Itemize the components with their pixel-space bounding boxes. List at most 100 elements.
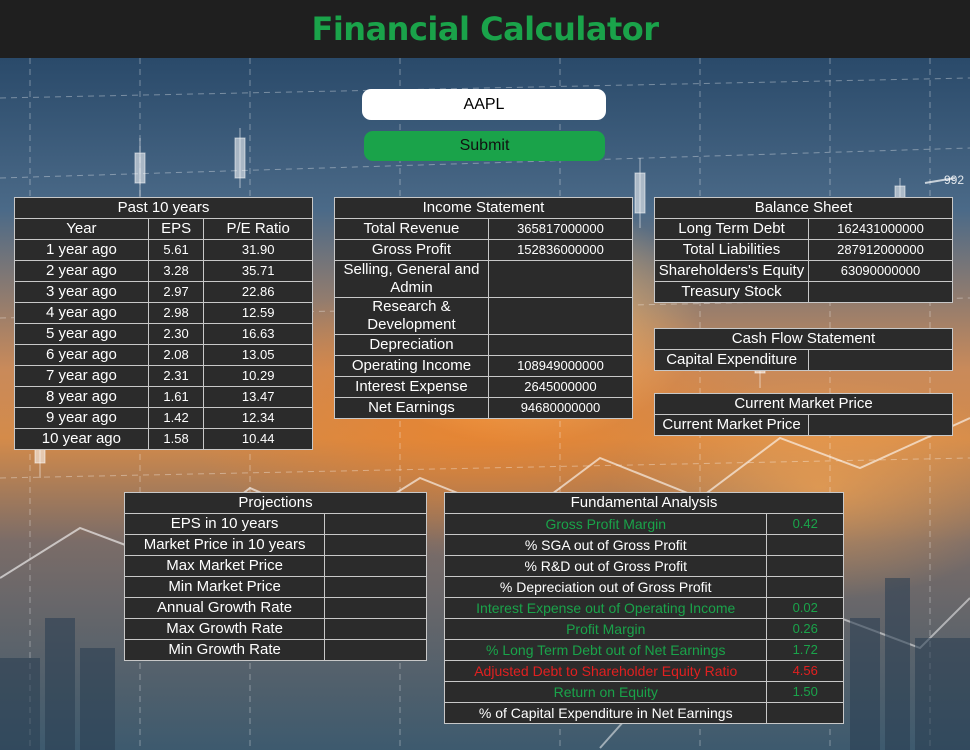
table-row: Gross Profit 152836000000 <box>334 239 634 261</box>
metric-label: Profit Margin <box>443 618 768 640</box>
column-header-eps: EPS <box>147 218 205 240</box>
table-row: 4 year ago 2.98 12.59 <box>14 302 313 324</box>
metric-value <box>766 702 844 724</box>
table-row: Min Growth Rate <box>123 639 427 661</box>
row-value <box>324 555 427 577</box>
row-label: Operating Income <box>334 355 489 377</box>
cash-flow-table: Cash Flow Statement Capital Expenditure <box>653 328 953 371</box>
pe-ratio-cell: 13.05 <box>203 344 313 366</box>
eps-cell: 2.30 <box>147 323 205 345</box>
pe-ratio-cell: 16.63 <box>203 323 313 345</box>
metric-label: Return on Equity <box>443 681 768 703</box>
table-row: Max Growth Rate <box>123 618 427 640</box>
eps-cell: 2.98 <box>147 302 205 324</box>
table-row: Long Term Debt 162431000000 <box>653 218 953 240</box>
table-row: Selling, General and Admin <box>334 260 634 298</box>
table-row: 5 year ago 2.30 16.63 <box>14 323 313 345</box>
table-row: 1 year ago 5.61 31.90 <box>14 239 313 261</box>
table-row: Interest Expense out of Operating Income… <box>443 597 844 619</box>
table-row: % of Capital Expenditure in Net Earnings <box>443 702 844 724</box>
table-row: Capital Expenditure <box>653 349 953 371</box>
table-row: 8 year ago 1.61 13.47 <box>14 386 313 408</box>
metric-value <box>766 555 844 577</box>
submit-button[interactable]: Submit <box>364 131 605 161</box>
year-cell: 2 year ago <box>14 260 149 282</box>
pe-ratio-cell: 35.71 <box>203 260 313 282</box>
row-label: Capital Expenditure <box>653 349 810 371</box>
row-value <box>324 597 427 619</box>
row-label: Min Market Price <box>123 576 326 598</box>
year-cell: 3 year ago <box>14 281 149 303</box>
eps-cell: 1.42 <box>147 407 205 429</box>
row-label: Treasury Stock <box>653 281 810 303</box>
row-label: Net Earnings <box>334 397 489 419</box>
table-row: Shareholders's Equity 63090000000 <box>653 260 953 282</box>
metric-label: Gross Profit Margin <box>443 513 768 535</box>
balance-sheet-title: Balance Sheet <box>654 197 953 219</box>
current-market-price-title: Current Market Price <box>654 393 953 415</box>
row-value <box>324 513 427 535</box>
table-row: 10 year ago 1.58 10.44 <box>14 428 313 450</box>
table-row: EPS in 10 years <box>123 513 427 535</box>
row-value: 108949000000 <box>487 355 634 377</box>
year-cell: 9 year ago <box>14 407 149 429</box>
app-title: Financial Calculator <box>311 10 659 48</box>
metric-value: 1.50 <box>766 681 844 703</box>
row-value: 365817000000 <box>487 218 634 240</box>
metric-label: Adjusted Debt to Shareholder Equity Rati… <box>443 660 768 682</box>
table-row: Market Price in 10 years <box>123 534 427 556</box>
metric-value: 0.26 <box>766 618 844 640</box>
metric-label: % Long Term Debt out of Net Earnings <box>443 639 768 661</box>
table-row: % R&D out of Gross Profit <box>443 555 844 577</box>
table-row: 3 year ago 2.97 22.86 <box>14 281 313 303</box>
pe-ratio-cell: 13.47 <box>203 386 313 408</box>
table-row: Research & Development <box>334 297 634 335</box>
table-row: Gross Profit Margin 0.42 <box>443 513 844 535</box>
row-value: 287912000000 <box>808 239 953 261</box>
row-label: EPS in 10 years <box>123 513 326 535</box>
row-value <box>487 260 634 298</box>
fundamental-analysis-table: Fundamental Analysis Gross Profit Margin… <box>443 492 844 724</box>
year-cell: 6 year ago <box>14 344 149 366</box>
row-value <box>324 534 427 556</box>
row-label: Market Price in 10 years <box>123 534 326 556</box>
metric-value: 1.72 <box>766 639 844 661</box>
pe-ratio-cell: 12.34 <box>203 407 313 429</box>
table-row: 2 year ago 3.28 35.71 <box>14 260 313 282</box>
fundamental-analysis-title: Fundamental Analysis <box>444 492 844 514</box>
table-row: Max Market Price <box>123 555 427 577</box>
cash-flow-title: Cash Flow Statement <box>654 328 953 350</box>
income-statement-table: Income Statement Total Revenue 3658170000… <box>334 197 634 419</box>
table-row: Min Market Price <box>123 576 427 598</box>
ticker-input[interactable] <box>362 89 606 120</box>
eps-cell: 1.61 <box>147 386 205 408</box>
year-cell: 8 year ago <box>14 386 149 408</box>
row-value: 162431000000 <box>808 218 953 240</box>
eps-cell: 1.58 <box>147 428 205 450</box>
eps-cell: 5.61 <box>147 239 205 261</box>
table-row: Total Revenue 365817000000 <box>334 218 634 240</box>
column-header-pe-ratio: P/E Ratio <box>203 218 313 240</box>
row-value: 94680000000 <box>487 397 634 419</box>
table-row: Profit Margin 0.26 <box>443 618 844 640</box>
metric-label: % Depreciation out of Gross Profit <box>443 576 768 598</box>
row-value: 2645000000 <box>487 376 634 398</box>
row-label: Shareholders's Equity <box>653 260 810 282</box>
metric-value: 4.56 <box>766 660 844 682</box>
row-value <box>487 297 634 335</box>
metric-label: % of Capital Expenditure in Net Earnings <box>443 702 768 724</box>
past-10-years-title: Past 10 years <box>14 197 313 219</box>
row-value: 63090000000 <box>808 260 953 282</box>
pe-ratio-cell: 12.59 <box>203 302 313 324</box>
column-header-year: Year <box>14 218 149 240</box>
year-cell: 10 year ago <box>14 428 149 450</box>
row-label: Interest Expense <box>334 376 489 398</box>
row-label: Max Growth Rate <box>123 618 326 640</box>
table-row: Treasury Stock <box>653 281 953 303</box>
background-label: 992 <box>944 173 964 187</box>
row-value <box>808 414 953 436</box>
row-label: Research & Development <box>334 297 489 335</box>
pe-ratio-cell: 22.86 <box>203 281 313 303</box>
metric-value <box>766 534 844 556</box>
table-row: Total Liabilities 287912000000 <box>653 239 953 261</box>
